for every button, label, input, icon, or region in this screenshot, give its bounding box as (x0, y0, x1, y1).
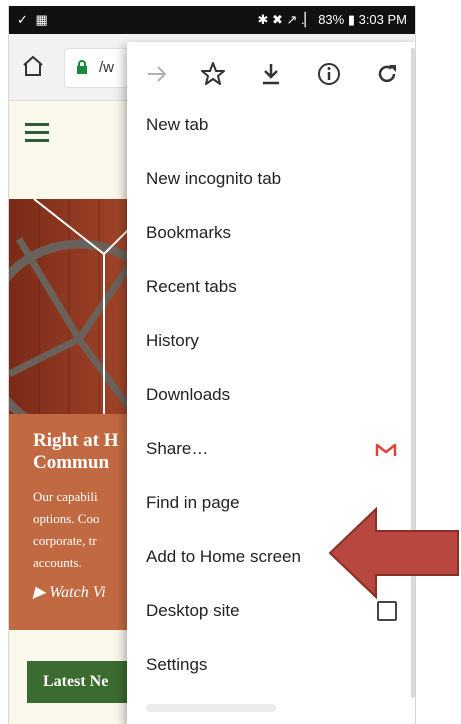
hamburger-menu-icon[interactable] (25, 123, 49, 142)
status-left-icons: ✓ ▦ (17, 12, 50, 27)
download-icon[interactable] (257, 60, 285, 88)
menu-item-label: Desktop site (146, 601, 240, 620)
lock-icon (77, 60, 87, 74)
menu-item-bookmarks[interactable]: Bookmarks (127, 207, 415, 261)
home-icon[interactable] (21, 54, 45, 78)
menu-item-label: Downloads (146, 385, 231, 404)
phone-screen: ✓ ▦ ✱ ✖ ↗ .▏ 83% ▮ 3:03 PM /w Right at H… (8, 6, 416, 724)
red-pointer-arrow (328, 506, 459, 600)
menu-item-new-tab[interactable]: New tab (127, 99, 415, 153)
menu-item-label: Bookmarks (146, 223, 232, 242)
watch-video-link[interactable]: ▶ Watch Vi (33, 582, 106, 602)
status-bar: ✓ ▦ ✱ ✖ ↗ .▏ 83% ▮ 3:03 PM (9, 6, 415, 34)
url-text: /w (99, 59, 114, 76)
menu-item-label: Add to Home screen (146, 547, 301, 566)
promo-title: Right at H Commun (33, 430, 119, 473)
menu-item-label: New tab (146, 115, 209, 134)
chrome-overflow-menu: New tab New incognito tab Bookmarks Rece… (127, 42, 415, 724)
page-info-icon[interactable] (315, 60, 343, 88)
menu-item-label: Find in page (146, 493, 240, 512)
menu-item-recent-tabs[interactable]: Recent tabs (127, 261, 415, 315)
star-bookmark-icon[interactable] (199, 60, 227, 88)
reload-icon[interactable] (373, 60, 401, 88)
menu-item-label: History (146, 331, 199, 350)
menu-item-settings[interactable]: Settings (127, 639, 415, 693)
menu-item-new-incognito-tab[interactable]: New incognito tab (127, 153, 415, 207)
menu-item-label: Settings (146, 655, 208, 674)
menu-top-actions (127, 42, 415, 106)
menu-item-downloads[interactable]: Downloads (127, 369, 415, 423)
desktop-site-checkbox[interactable] (377, 601, 397, 621)
menu-item-label: New incognito tab (146, 169, 282, 188)
url-field[interactable]: /w (64, 48, 128, 88)
menu-item-partially-hidden (146, 704, 276, 712)
status-right-info: ✱ ✖ ↗ .▏ 83% ▮ 3:03 PM (257, 12, 407, 27)
gmail-icon (375, 443, 397, 456)
menu-item-share[interactable]: Share… (127, 423, 415, 477)
menu-item-history[interactable]: History (127, 315, 415, 369)
forward-arrow-icon[interactable] (143, 60, 171, 88)
menu-item-label: Share… (146, 439, 209, 458)
menu-item-label: Recent tabs (146, 277, 237, 296)
promo-body: Our capabili options. Coo corporate, tr … (33, 489, 100, 570)
